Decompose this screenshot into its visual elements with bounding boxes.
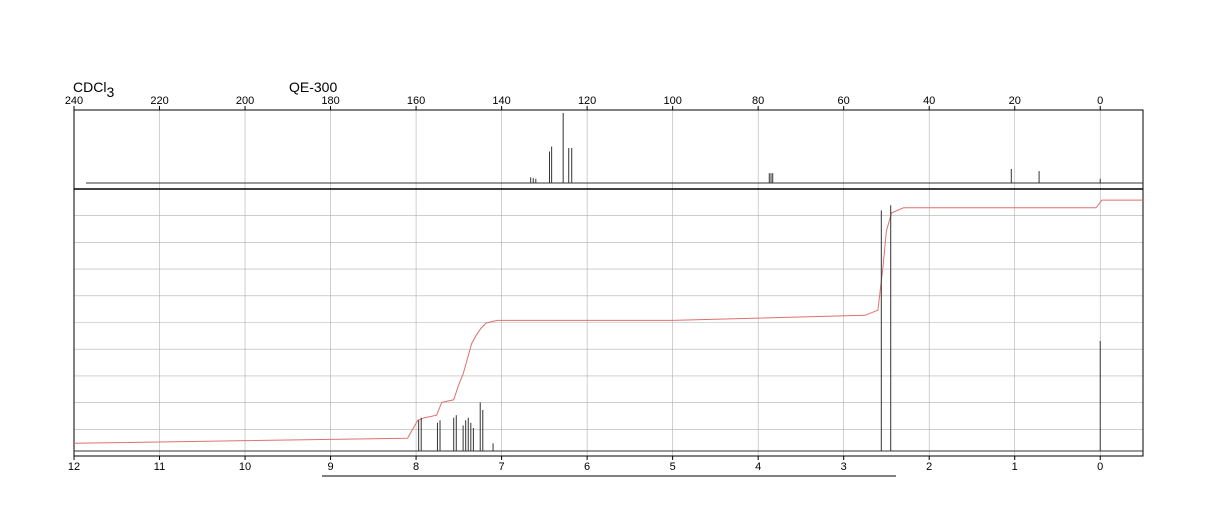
solvent-subscript: 3 xyxy=(106,84,114,100)
h1-tick-label: 4 xyxy=(755,461,761,473)
h1-tick-label: 5 xyxy=(670,461,676,473)
c13-tick-label: 140 xyxy=(492,95,510,107)
h1-tick-label: 1 xyxy=(1012,461,1018,473)
h1-tick-label: 7 xyxy=(499,461,505,473)
c13-tick-label: 220 xyxy=(150,95,168,107)
c13-tick-label: 180 xyxy=(321,95,339,107)
c13-tick-label: 100 xyxy=(663,95,681,107)
c13-tick-label: 240 xyxy=(65,95,83,107)
c13-tick-label: 20 xyxy=(1009,95,1021,107)
h1-tick-label: 0 xyxy=(1097,461,1103,473)
h1-tick-label: 2 xyxy=(926,461,932,473)
c13-tick-label: 60 xyxy=(838,95,850,107)
h1-tick-label: 12 xyxy=(68,461,80,473)
c13-tick-label: 120 xyxy=(578,95,596,107)
nmr-figure: CDCl3 QE-300 240 220 200 180 160 140 120 100 80 6… xyxy=(65,79,1144,477)
c13-tick-label: 200 xyxy=(236,95,254,107)
solvent-main: CDCl xyxy=(73,79,106,95)
h1-tick-label: 9 xyxy=(327,461,333,473)
c13-tick-label: 80 xyxy=(752,95,764,107)
proton-spectrum-panel: 12 11 10 9 8 7 6 5 4 3 2 1 0 xyxy=(68,188,1144,473)
h1-integral-curve xyxy=(73,199,1143,444)
h1-tick-label: 6 xyxy=(584,461,590,473)
h1-tick-label: 3 xyxy=(841,461,847,473)
instrument-label: QE-300 xyxy=(289,79,337,95)
h1-tick-label: 11 xyxy=(154,461,165,473)
c13-tick-label: 0 xyxy=(1097,95,1103,107)
c13-tick-label: 160 xyxy=(407,95,425,107)
carbon-spectrum-panel: 240 220 200 180 160 140 120 100 80 60 40 20 0 xyxy=(65,95,1144,190)
c13-frame xyxy=(73,109,1144,190)
h1-tick-label: 10 xyxy=(239,461,251,473)
h1-tick-label: 8 xyxy=(413,461,419,473)
c13-tick-label: 40 xyxy=(923,95,935,107)
